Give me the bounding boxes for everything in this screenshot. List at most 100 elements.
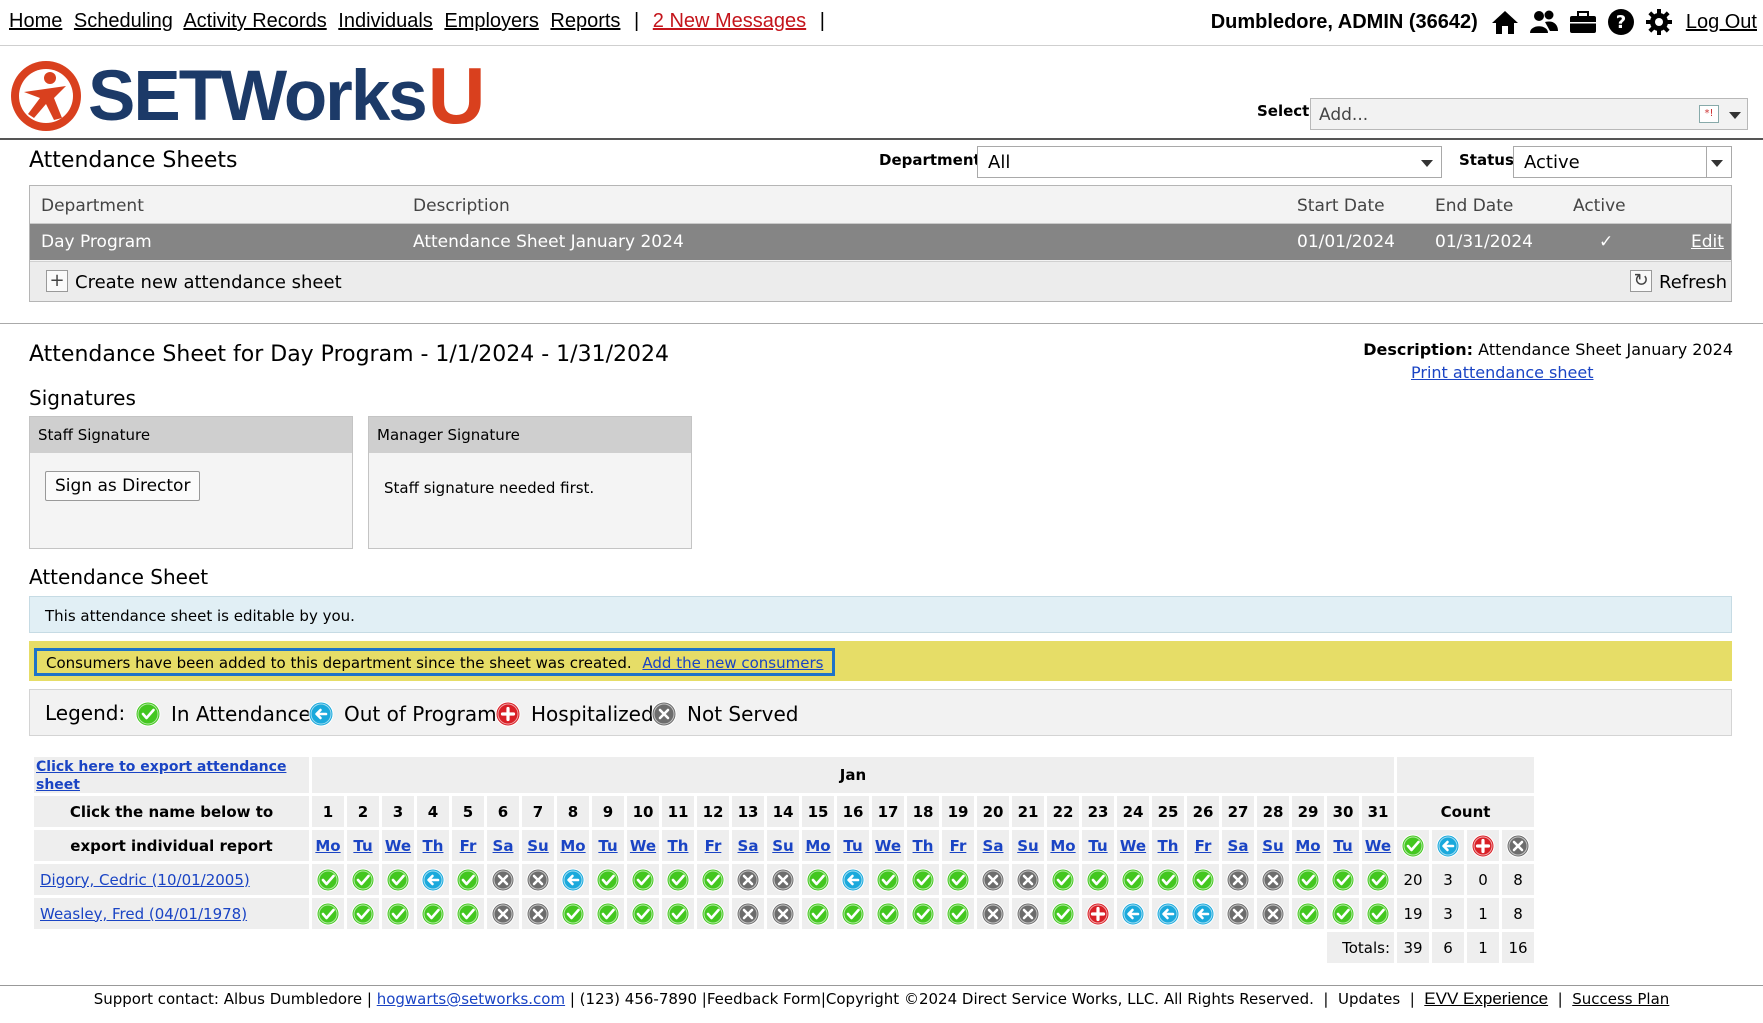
weekday-link[interactable]: Mo <box>1050 837 1075 855</box>
attendance-cell[interactable] <box>907 864 939 895</box>
attendance-cell[interactable] <box>767 898 799 929</box>
weekday-link[interactable]: Tu <box>598 837 617 855</box>
attendance-cell[interactable] <box>452 864 484 895</box>
home-icon[interactable] <box>1491 9 1519 35</box>
weekday-link[interactable]: Mo <box>315 837 340 855</box>
attendance-cell[interactable] <box>1152 898 1184 929</box>
help-icon[interactable]: ? <box>1607 8 1635 36</box>
weekday-link[interactable]: Su <box>527 837 548 855</box>
attendance-cell[interactable] <box>837 864 869 895</box>
attendance-cell[interactable] <box>312 898 344 929</box>
weekday-link[interactable]: Fr <box>1195 837 1212 855</box>
status-select[interactable]: Active <box>1513 146 1732 178</box>
attendance-cell[interactable] <box>1222 898 1254 929</box>
table-row-selected[interactable]: Day Program Attendance Sheet January 202… <box>30 224 1731 260</box>
consumer-report-link[interactable]: Weasley, Fred (04/01/1978) <box>40 905 247 923</box>
weekday-link[interactable]: Su <box>1262 837 1283 855</box>
nav-individuals-link[interactable]: Individuals <box>338 10 433 32</box>
weekday-link[interactable]: Tu <box>1088 837 1107 855</box>
weekday-link[interactable]: Fr <box>705 837 722 855</box>
sign-as-director-button[interactable]: Sign as Director <box>45 471 201 501</box>
attendance-cell[interactable] <box>767 864 799 895</box>
nav-activity-records-link[interactable]: Activity Records <box>183 10 326 32</box>
attendance-cell[interactable] <box>802 864 834 895</box>
attendance-cell[interactable] <box>312 864 344 895</box>
attendance-cell[interactable] <box>522 898 554 929</box>
weekday-link[interactable]: Th <box>1158 837 1179 855</box>
attendance-cell[interactable] <box>872 864 904 895</box>
feedback-form-link[interactable]: Feedback Form <box>707 990 821 1008</box>
attendance-cell[interactable] <box>627 864 659 895</box>
attendance-cell[interactable] <box>1187 864 1219 895</box>
attendance-cell[interactable] <box>977 898 1009 929</box>
weekday-link[interactable]: Fr <box>950 837 967 855</box>
attendance-cell[interactable] <box>662 864 694 895</box>
attendance-cell[interactable] <box>347 864 379 895</box>
weekday-link[interactable]: Fr <box>460 837 477 855</box>
attendance-cell[interactable] <box>1117 898 1149 929</box>
attendance-cell[interactable] <box>1152 864 1184 895</box>
weekday-link[interactable]: Th <box>913 837 934 855</box>
attendance-cell[interactable] <box>522 864 554 895</box>
dropdown-arrow-icon[interactable] <box>1729 112 1741 119</box>
refresh-icon[interactable]: ↻ <box>1630 270 1652 292</box>
attendance-cell[interactable] <box>1047 898 1079 929</box>
attendance-cell[interactable] <box>1222 864 1254 895</box>
nav-employers-link[interactable]: Employers <box>444 10 538 32</box>
attendance-cell[interactable] <box>662 898 694 929</box>
attendance-cell[interactable] <box>592 898 624 929</box>
attendance-cell[interactable] <box>977 864 1009 895</box>
attendance-cell[interactable] <box>872 898 904 929</box>
consumer-report-link[interactable]: Digory, Cedric (10/01/2005) <box>40 871 250 889</box>
department-select[interactable]: All <box>977 146 1442 178</box>
col-department[interactable]: Department <box>41 196 144 216</box>
attendance-cell[interactable] <box>627 898 659 929</box>
attendance-cell[interactable] <box>557 864 589 895</box>
select-add-combobox[interactable]: Add... *! <box>1310 98 1748 130</box>
weekday-link[interactable]: We <box>385 837 411 855</box>
attendance-cell[interactable] <box>452 898 484 929</box>
attendance-cell[interactable] <box>802 898 834 929</box>
col-end-date[interactable]: End Date <box>1435 196 1513 216</box>
nav-reports-link[interactable]: Reports <box>550 10 620 32</box>
weekday-link[interactable]: Th <box>423 837 444 855</box>
attendance-cell[interactable] <box>1327 898 1359 929</box>
attendance-cell[interactable] <box>1012 898 1044 929</box>
attendance-cell[interactable] <box>417 864 449 895</box>
weekday-link[interactable]: Tu <box>1333 837 1352 855</box>
attendance-cell[interactable] <box>382 898 414 929</box>
col-description[interactable]: Description <box>413 196 510 216</box>
nav-home-link[interactable]: Home <box>9 10 62 32</box>
nav-scheduling-link[interactable]: Scheduling <box>74 10 173 32</box>
attendance-cell[interactable] <box>417 898 449 929</box>
attendance-cell[interactable] <box>1082 898 1114 929</box>
weekday-link[interactable]: We <box>1120 837 1146 855</box>
weekday-link[interactable]: Th <box>668 837 689 855</box>
weekday-link[interactable]: Sa <box>983 837 1004 855</box>
add-new-consumers-link[interactable]: Add the new consumers <box>642 654 823 672</box>
attendance-cell[interactable] <box>557 898 589 929</box>
col-start-date[interactable]: Start Date <box>1297 196 1385 216</box>
logout-link[interactable]: Log Out <box>1686 11 1757 34</box>
weekday-link[interactable]: We <box>1365 837 1391 855</box>
attendance-cell[interactable] <box>592 864 624 895</box>
attendance-cell[interactable] <box>942 864 974 895</box>
weekday-link[interactable]: Mo <box>1295 837 1320 855</box>
attendance-cell[interactable] <box>1292 898 1324 929</box>
attendance-cell[interactable] <box>1082 864 1114 895</box>
attendance-cell[interactable] <box>837 898 869 929</box>
attendance-cell[interactable] <box>347 898 379 929</box>
support-email-link[interactable]: hogwarts@setworks.com <box>377 990 565 1008</box>
attendance-cell[interactable] <box>1292 864 1324 895</box>
attendance-cell[interactable] <box>942 898 974 929</box>
attendance-cell[interactable] <box>1362 864 1394 895</box>
new-messages-link[interactable]: 2 New Messages <box>653 10 806 32</box>
briefcase-icon[interactable] <box>1569 10 1597 34</box>
attendance-cell[interactable] <box>1327 864 1359 895</box>
create-sheet-link[interactable]: Create new attendance sheet <box>75 272 342 293</box>
plus-icon[interactable]: + <box>46 270 68 292</box>
weekday-link[interactable]: Sa <box>738 837 759 855</box>
contact-card-icon[interactable]: *! <box>1699 105 1719 123</box>
weekday-link[interactable]: Sa <box>493 837 514 855</box>
attendance-cell[interactable] <box>487 898 519 929</box>
